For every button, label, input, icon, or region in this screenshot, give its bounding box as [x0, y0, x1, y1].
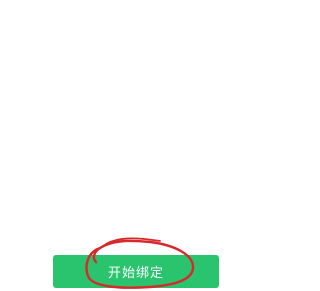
blank-content-area	[0, 0, 270, 245]
start-binding-button[interactable]: 开始绑定	[53, 255, 219, 288]
